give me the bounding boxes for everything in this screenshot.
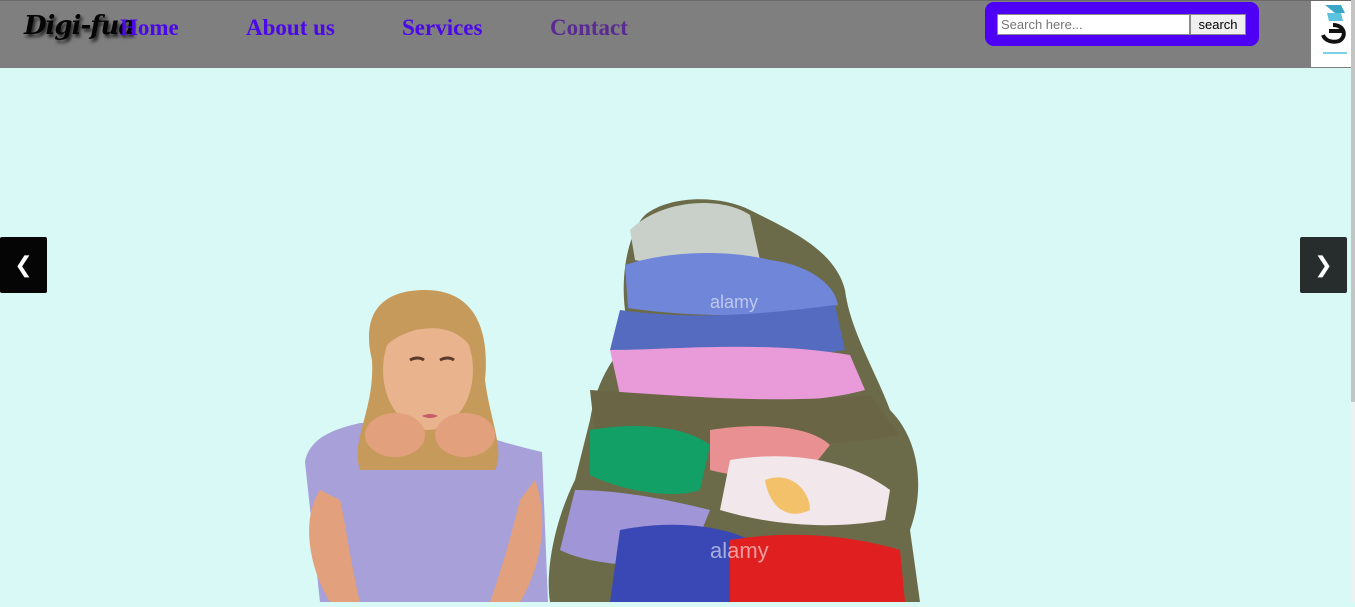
nav-link-about-us[interactable]: About us (246, 15, 335, 41)
watermark-text-2: alamy (710, 538, 769, 563)
slider-next-button[interactable]: ❯ (1300, 237, 1347, 293)
top-navbar: Digi-fua Home About us Services Contact … (0, 0, 1355, 68)
nav-link-home[interactable]: Home (120, 15, 179, 41)
brand-logo[interactable]: Digi-fua (24, 11, 135, 41)
chevron-left-icon: ❮ (14, 252, 33, 278)
watermark-text: alamy (710, 292, 758, 312)
nav-link-contact[interactable]: Contact (550, 15, 628, 41)
search-container: search (985, 2, 1259, 46)
search-input[interactable] (997, 14, 1190, 35)
page-scrollbar-thumb[interactable] (1351, 0, 1355, 402)
woman-figure (305, 290, 548, 602)
corner-thumbnail-image (1311, 1, 1351, 67)
search-button[interactable]: search (1190, 14, 1246, 35)
slideshow-image-laundry: alamy alamy (290, 190, 940, 602)
chevron-right-icon: ❯ (1314, 252, 1333, 278)
slider-prev-button[interactable]: ❮ (0, 237, 47, 293)
nav-link-services[interactable]: Services (402, 15, 482, 41)
